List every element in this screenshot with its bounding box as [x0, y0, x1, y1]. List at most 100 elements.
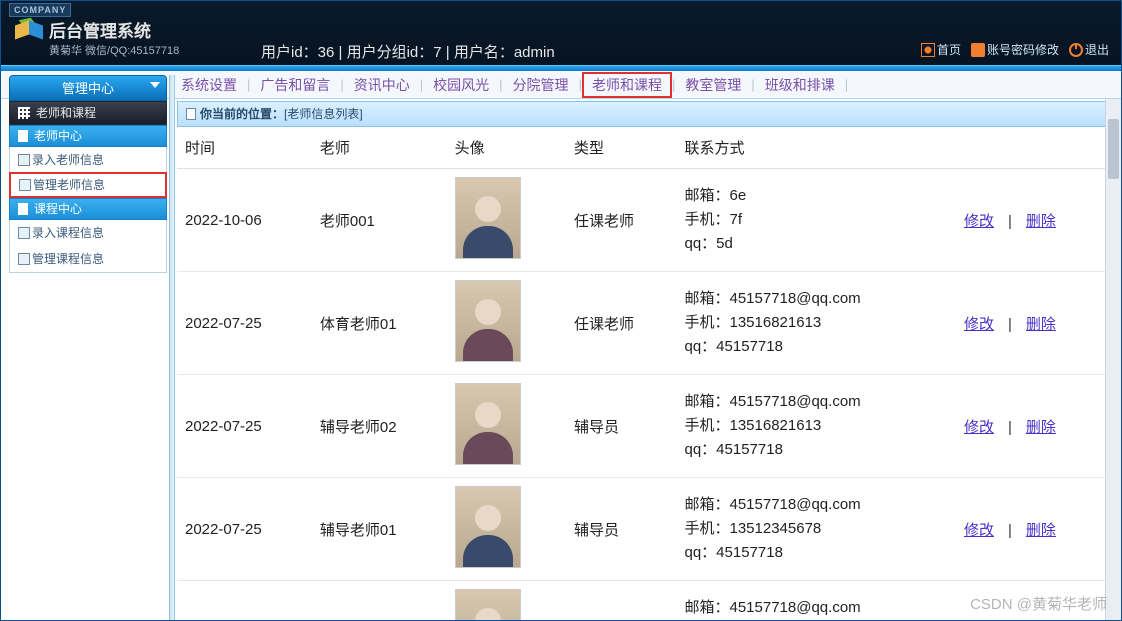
cell-time: 2022-10-06: [177, 169, 312, 272]
cell-actions: 修改|删除: [956, 375, 1113, 478]
col-contact: 联系方式: [677, 127, 956, 169]
teacher-table: 时间 老师 头像 类型 联系方式 2022-10-06老师001任课老师邮箱：6…: [177, 127, 1113, 621]
tab-class-schedule[interactable]: 班级和排课: [755, 75, 845, 95]
col-avatar: 头像: [447, 127, 566, 169]
tab-system[interactable]: 系统设置: [171, 75, 247, 95]
cell-time: 2022-07-25: [177, 375, 312, 478]
grid-icon: [18, 107, 30, 119]
tab-teacher-course[interactable]: 老师和课程: [582, 72, 672, 98]
avatar-image: [455, 589, 521, 621]
col-actions: [956, 127, 1113, 169]
cell-time: 2022-07-25: [177, 478, 312, 581]
sidebar-header[interactable]: 管理中心: [9, 75, 167, 101]
cell-type: 任课老师: [566, 581, 677, 621]
breadcrumb-label: 你当前的位置：: [200, 101, 284, 127]
sidebar-item-label: 录入课程信息: [32, 220, 104, 246]
cell-time: 2022-07-25: [177, 272, 312, 375]
cell-actions: 修改|删除: [956, 478, 1113, 581]
logout-link[interactable]: 退出: [1065, 39, 1113, 60]
logo-icon: [15, 19, 43, 47]
tab-news[interactable]: 资讯中心: [344, 75, 420, 95]
sidebar-item-label: 管理老师信息: [33, 172, 105, 198]
tab-campus[interactable]: 校园风光: [423, 75, 499, 95]
edit-link[interactable]: 修改: [964, 213, 994, 230]
cell-teacher: 老师001: [312, 169, 447, 272]
home-icon: [921, 43, 935, 57]
sidebar-item-manage-teacher[interactable]: 管理老师信息: [9, 172, 167, 198]
cell-teacher: 辅导老师02: [312, 375, 447, 478]
watermark: CSDN @黄菊华老师: [970, 593, 1107, 614]
company-tag-text: COMPANY: [9, 3, 71, 17]
cell-type: 辅导员: [566, 478, 677, 581]
company-tag: COMPANY: [9, 1, 71, 16]
col-type: 类型: [566, 127, 677, 169]
chevron-down-icon: [150, 82, 160, 88]
cell-time: 2022-07-25: [177, 581, 312, 621]
edit-link[interactable]: 修改: [964, 522, 994, 539]
app-sub: 黄菊华 微信/QQ:45157718: [49, 42, 179, 58]
tab-classroom[interactable]: 教室管理: [675, 75, 751, 95]
sidebar-group-course[interactable]: 课程中心: [9, 198, 167, 220]
avatar-image: [455, 280, 521, 362]
splitter[interactable]: [169, 75, 175, 620]
sidebar-header-label: 管理中心: [62, 81, 114, 96]
password-link[interactable]: 账号密码修改: [967, 39, 1063, 60]
sidebar-item-add-teacher[interactable]: 录入老师信息: [10, 147, 166, 173]
sidebar-item-label: 录入老师信息: [32, 147, 104, 173]
cell-avatar: [447, 478, 566, 581]
cell-type: 辅导员: [566, 375, 677, 478]
edit-link[interactable]: 修改: [964, 419, 994, 436]
home-label: 首页: [937, 41, 961, 58]
sidebar-item-label: 管理课程信息: [32, 246, 104, 272]
scrollbar-thumb[interactable]: [1108, 119, 1119, 179]
password-label: 账号密码修改: [987, 41, 1059, 58]
lock-icon: [971, 43, 985, 57]
doc-icon: [18, 130, 28, 142]
app-title: 后台管理系统: [49, 17, 179, 42]
cell-avatar: [447, 272, 566, 375]
sidebar-item-add-course[interactable]: 录入课程信息: [10, 220, 166, 246]
sidebar-group-course-label: 课程中心: [34, 198, 82, 220]
cell-contact: 邮箱：45157718@qq.com手机：13516821613qq：45157…: [677, 272, 956, 375]
sidebar-section[interactable]: 老师和课程: [9, 101, 167, 125]
avatar-image: [455, 177, 521, 259]
cell-contact: 邮箱：6e手机：7fqq：5d: [677, 169, 956, 272]
cell-avatar: [447, 581, 566, 621]
sidebar-group-teacher-label: 老师中心: [34, 125, 82, 147]
table-row: 2022-10-06老师001任课老师邮箱：6e手机：7fqq：5d修改|删除: [177, 169, 1113, 272]
delete-link[interactable]: 删除: [1026, 419, 1056, 436]
cell-contact: 邮箱：45157718@qq.com手机：13516821613qq：45157…: [677, 375, 956, 478]
cell-type: 任课老师: [566, 272, 677, 375]
cell-contact: 邮箱：45157718@qq.com手机：13512345678qq：45157…: [677, 478, 956, 581]
breadcrumb: 你当前的位置： [老师信息列表]: [177, 101, 1113, 127]
cell-actions: 修改|删除: [956, 272, 1113, 375]
sidebar-group-teacher[interactable]: 老师中心: [9, 125, 167, 147]
cell-avatar: [447, 375, 566, 478]
tab-branch[interactable]: 分院管理: [503, 75, 579, 95]
cell-teacher: 辅导老师01: [312, 478, 447, 581]
table-row: 2022-07-25辅导老师02 辅导员邮箱：45157718@qq.com手机：…: [177, 375, 1113, 478]
sidebar-item-manage-course[interactable]: 管理课程信息: [10, 246, 166, 272]
table-row: 2022-07-25体育老师01任课老师邮箱：45157718@qq.com手机…: [177, 272, 1113, 375]
avatar-image: [455, 383, 521, 465]
scrollbar[interactable]: [1105, 99, 1121, 620]
col-teacher: 老师: [312, 127, 447, 169]
edit-link[interactable]: 修改: [964, 316, 994, 333]
cell-avatar: [447, 169, 566, 272]
cell-contact: 邮箱：45157718@qq.com手机：13512345678qq：45157…: [677, 581, 956, 621]
power-icon: [1069, 43, 1083, 57]
home-link[interactable]: 首页: [917, 39, 965, 60]
top-header: COMPANY 后台管理系统 黄菊华 微信/QQ:45157718 用户id：3…: [1, 1, 1121, 65]
cell-actions: 修改|删除: [956, 169, 1113, 272]
table-row: 2022-07-25辅导老师01 辅导员邮箱：45157718@qq.com手机：…: [177, 478, 1113, 581]
breadcrumb-value: [老师信息列表]: [284, 101, 363, 127]
delete-link[interactable]: 删除: [1026, 316, 1056, 333]
delete-link[interactable]: 删除: [1026, 213, 1056, 230]
sidebar-section-label: 老师和课程: [36, 101, 96, 125]
cell-teacher: 英语老师01: [312, 581, 447, 621]
doc-icon: [186, 108, 196, 120]
delete-link[interactable]: 删除: [1026, 522, 1056, 539]
tab-ads[interactable]: 广告和留言: [250, 75, 340, 95]
logout-label: 退出: [1085, 41, 1109, 58]
user-info: 用户id：36 | 用户分组id：7 | 用户名：admin: [261, 41, 555, 62]
